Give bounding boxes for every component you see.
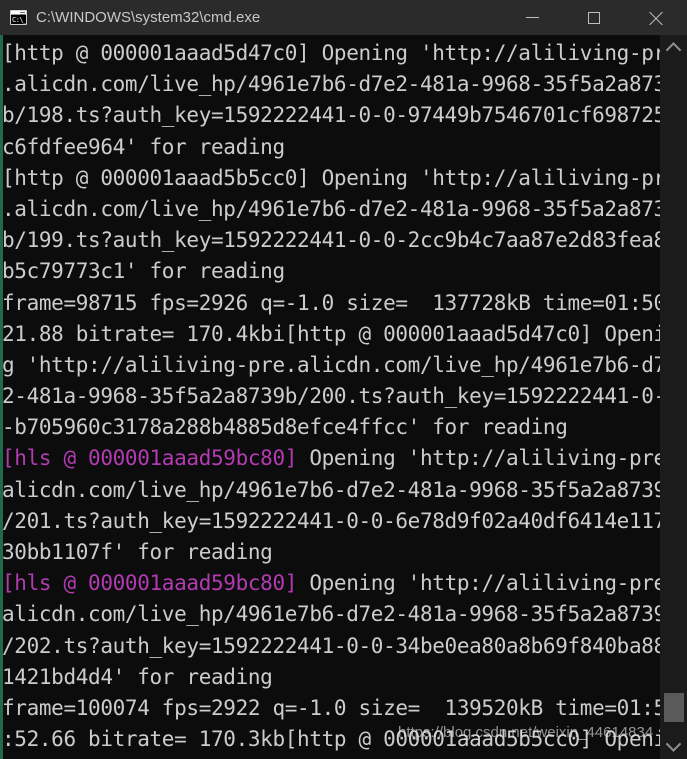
maximize-icon (588, 11, 600, 24)
terminal-line: [hls @ 000001aaad59bc80] Opening 'http:/… (2, 443, 678, 474)
terminal-line: /202.ts?auth_key=1592222441-0-0-34be0ea8… (2, 631, 678, 662)
terminal-line: b/198.ts?auth_key=1592222441-0-0-97449b7… (2, 100, 678, 131)
close-icon (648, 10, 664, 26)
minimize-button[interactable] (501, 0, 563, 35)
terminal-line-text: .alicdn.com/live_hp/4961e7b6-d7e2-481a-9… (2, 196, 679, 221)
scroll-down-button[interactable] (660, 732, 687, 759)
terminal-line-text: b/199.ts?auth_key=1592222441-0-0-2cc9b4c… (2, 228, 679, 253)
cmd-window: C:\_ C:\WINDOWS\system32\cmd.exe [http @… (0, 0, 687, 759)
terminal-line-text: c6fdfee964' for reading (2, 134, 285, 159)
terminal-line-text: Opening 'http://aliliving-pre. (297, 446, 679, 471)
terminal-line-text: Opening 'http://aliliving-pre. (297, 571, 679, 596)
terminal-line-text: b/198.ts?auth_key=1592222441-0-0-97449b7… (2, 103, 679, 128)
terminal-line: frame=98715 fps=2926 q=-1.0 size= 137728… (2, 288, 678, 319)
minimize-icon (525, 17, 539, 18)
terminal-line: c6fdfee964' for reading (2, 132, 660, 163)
terminal-line: b/199.ts?auth_key=1592222441-0-0-2cc9b4c… (2, 225, 678, 256)
terminal-line-text: [http @ 000001aaad5b5cc0] Opening 'http:… (2, 165, 679, 190)
terminal-text: [http @ 000001aaad5d47c0] Opening 'http:… (0, 35, 678, 759)
title-bar-left: C:\_ C:\WINDOWS\system32\cmd.exe (0, 9, 501, 27)
window-edge-accent (0, 35, 3, 759)
window-controls (501, 0, 687, 35)
chevron-up-icon (665, 42, 682, 58)
terminal-line: 21.88 bitrate= 170.4kbi[http @ 000001aaa… (2, 319, 678, 350)
terminal-line: /201.ts?auth_key=1592222441-0-0-6e78d9f0… (2, 506, 678, 537)
title-bar[interactable]: C:\_ C:\WINDOWS\system32\cmd.exe (0, 0, 687, 35)
terminal-line-text: alicdn.com/live_hp/4961e7b6-d7e2-481a-99… (2, 602, 679, 627)
scrollbar-thumb[interactable] (664, 693, 684, 722)
window-title: C:\WINDOWS\system32\cmd.exe (36, 8, 261, 26)
terminal-line: .alicdn.com/live_hp/4961e7b6-d7e2-481a-9… (2, 69, 678, 100)
terminal-line: 30bb1107f' for reading (2, 537, 660, 568)
terminal-line: -b705960c3178a288b4885d8efce4ffcc' for r… (2, 412, 660, 443)
cmd-icon-glyph: C:\_ (11, 15, 27, 24)
terminal-line: 2-481a-9968-35f5a2a8739b/200.ts?auth_key… (2, 381, 678, 412)
terminal-line: 1421bd4d4' for reading (2, 662, 660, 693)
terminal-line: [http @ 000001aaad5b5cc0] Opening 'http:… (2, 163, 678, 194)
terminal-line-text: 1421bd4d4' for reading (2, 664, 273, 689)
cmd-prompt-icon: C:\_ (10, 10, 27, 25)
terminal-line-text: frame=100074 fps=2922 q=-1.0 size= 13952… (2, 695, 679, 720)
scroll-up-button[interactable] (660, 35, 687, 62)
terminal-line: alicdn.com/live_hp/4961e7b6-d7e2-481a-99… (2, 599, 678, 630)
terminal-line: [hls @ 000001aaad59bc80] Opening 'http:/… (2, 568, 678, 599)
terminal-line-text: /202.ts?auth_key=1592222441-0-0-34be0ea8… (2, 633, 679, 658)
terminal-line: :52.66 bitrate= 170.3kb[http @ 000001aaa… (2, 724, 678, 755)
terminal-line-text: /201.ts?auth_key=1592222441-0-0-6e78d9f0… (2, 508, 679, 533)
close-button[interactable] (625, 0, 687, 35)
terminal-line: [http @ 000001aaad5d47c0] Opening 'http:… (2, 38, 678, 69)
terminal-line-text: 30bb1107f' for reading (2, 540, 273, 564)
terminal-line-text: 2-481a-9968-35f5a2a8739b/200.ts?auth_key… (2, 384, 679, 409)
terminal-line-text: g 'http://aliliving-pre.alicdn.com/live_… (2, 352, 679, 377)
vertical-scrollbar[interactable] (660, 35, 687, 759)
terminal-line-text: b5c79773c1' for reading (2, 259, 285, 284)
terminal-line: alicdn.com/live_hp/4961e7b6-d7e2-481a-99… (2, 475, 678, 506)
terminal-line: g 'http://aliliving-pre.alicdn.com/live_… (2, 350, 678, 381)
terminal-line-text: -b705960c3178a288b4885d8efce4ffcc' for r… (2, 415, 568, 440)
maximize-button[interactable] (563, 0, 625, 35)
terminal-line-text: [http @ 000001aaad5d47c0] Opening 'http:… (2, 41, 679, 65)
chevron-down-icon (665, 736, 682, 752)
terminal-line: g 'http://aliliving-pre.alicdn.com/live_… (2, 755, 678, 759)
terminal-line: .alicdn.com/live_hp/4961e7b6-d7e2-481a-9… (2, 194, 678, 225)
hls-tag: [hls @ 000001aaad59bc80] (2, 446, 298, 471)
console-output-area[interactable]: [http @ 000001aaad5d47c0] Opening 'http:… (0, 35, 687, 759)
terminal-line-text: .alicdn.com/live_hp/4961e7b6-d7e2-481a-9… (2, 72, 679, 97)
terminal-line-text: 21.88 bitrate= 170.4kbi[http @ 000001aaa… (2, 321, 679, 346)
hls-tag: [hls @ 000001aaad59bc80] (2, 571, 298, 596)
terminal-line-text: :52.66 bitrate= 170.3kb[http @ 000001aaa… (2, 727, 679, 752)
terminal-line-text: frame=98715 fps=2926 q=-1.0 size= 137728… (2, 290, 679, 315)
terminal-line: frame=100074 fps=2922 q=-1.0 size= 13952… (2, 693, 678, 724)
terminal-line: b5c79773c1' for reading (2, 256, 660, 287)
terminal-line-text: alicdn.com/live_hp/4961e7b6-d7e2-481a-99… (2, 477, 679, 502)
